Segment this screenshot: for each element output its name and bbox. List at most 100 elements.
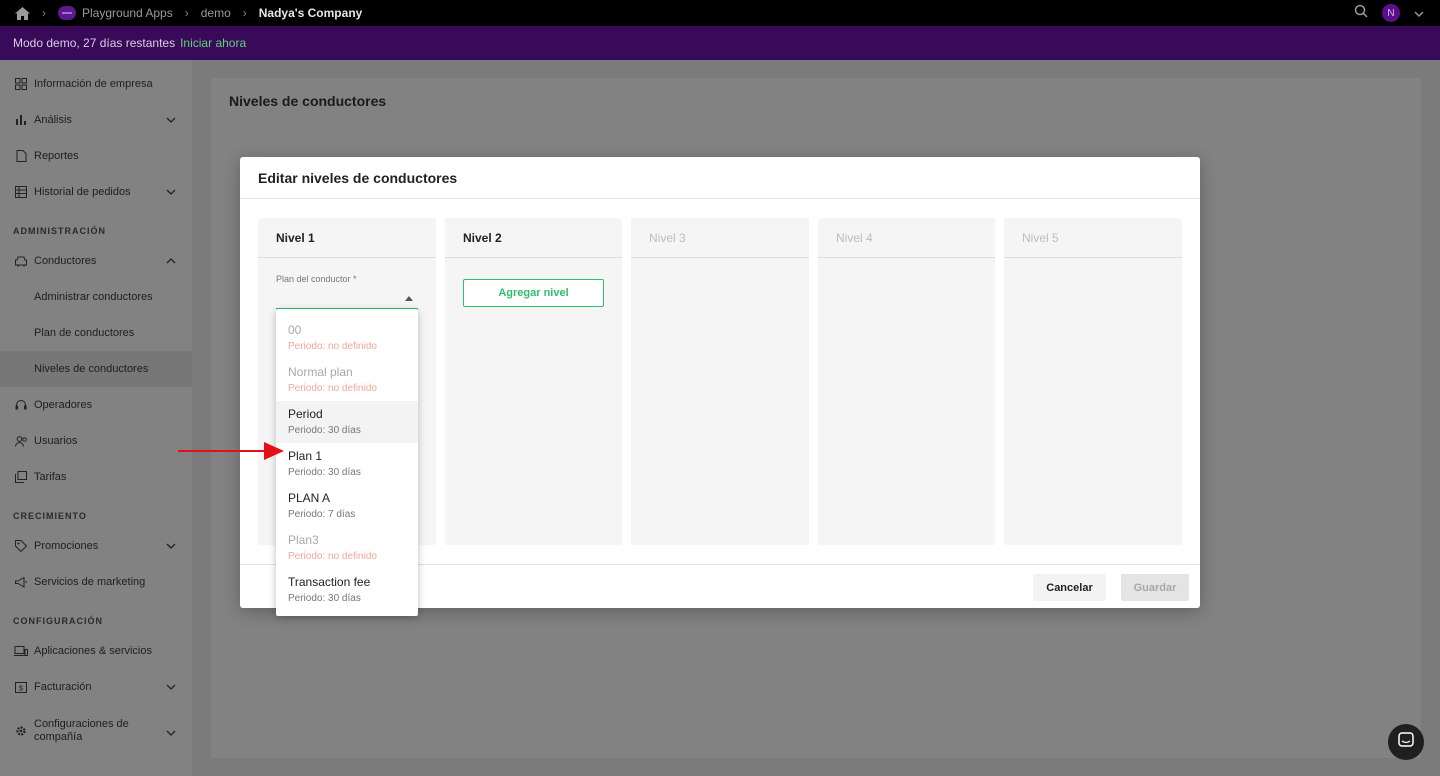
level-header: Nivel 4 (818, 218, 995, 258)
devices-icon (14, 644, 28, 658)
demo-message: Modo demo, 27 días restantes (13, 36, 176, 50)
top-bar: › Playground Apps › demo › Nadya's Compa… (0, 0, 1440, 26)
sidebar-item-label: Promociones (34, 540, 99, 552)
chevron-down-icon (166, 114, 176, 126)
cancel-button[interactable]: Cancelar (1033, 574, 1106, 601)
chat-icon (1398, 731, 1414, 753)
tag-icon (14, 539, 28, 553)
sidebar-item-label: Información de empresa (34, 78, 153, 90)
gear-icon (14, 724, 28, 738)
modal-header: Editar niveles de conductores (240, 157, 1200, 199)
dropdown-option[interactable]: PLAN A Periodo: 7 días (276, 485, 418, 527)
option-period: Periodo: no definido (288, 383, 377, 394)
option-period: Periodo: 30 días (288, 425, 361, 436)
level-column-4: Nivel 4 (818, 218, 995, 545)
sidebar-item-label: Facturación (34, 681, 92, 693)
car-icon (14, 254, 28, 268)
sidebar-item-label: Análisis (34, 114, 72, 126)
sidebar-item-rates[interactable]: Tarifas (0, 459, 192, 495)
add-level-button[interactable]: Agregar nivel (463, 279, 604, 307)
breadcrumb-company[interactable]: Nadya's Company (259, 6, 363, 20)
section-configuration: CONFIGURACIÓN (13, 616, 103, 626)
dropdown-option[interactable]: 00 Periodo: no definido (276, 317, 418, 359)
sidebar-item-company-info[interactable]: Información de empresa (0, 66, 192, 102)
sidebar-item-label: Usuarios (34, 435, 78, 447)
chevron-down-icon (166, 727, 176, 739)
sidebar-item-operators[interactable]: Operadores (0, 387, 192, 423)
level-header: Nivel 3 (631, 218, 809, 258)
bar-chart-icon (14, 113, 28, 127)
sidebar-item-billing[interactable]: $ Facturación (0, 669, 192, 705)
megaphone-icon (14, 575, 28, 589)
level-column-3: Nivel 3 (631, 218, 809, 545)
driver-plan-label: Plan del conductor * (276, 274, 357, 284)
caret-up-icon[interactable] (405, 296, 413, 301)
sidebar-item-manage-drivers[interactable]: Administrar conductores (0, 279, 192, 315)
modal-title: Editar niveles de conductores (258, 170, 458, 186)
save-button[interactable]: Guardar (1121, 574, 1189, 601)
home-icon[interactable] (14, 5, 30, 21)
sidebar-item-label: Tarifas (34, 471, 67, 483)
sidebar-item-reports[interactable]: Reportes (0, 138, 192, 174)
chevron-right-icon: › (42, 6, 46, 20)
dropdown-option[interactable]: Period Periodo: 30 días (276, 401, 418, 443)
sidebar-item-driver-levels[interactable]: Niveles de conductores (0, 351, 192, 387)
option-name: PLAN A (288, 491, 331, 505)
option-name: Period (288, 407, 323, 421)
option-period: Periodo: 30 días (288, 593, 361, 604)
option-period: Periodo: no definido (288, 551, 377, 562)
document-icon (14, 149, 28, 163)
option-name: Plan3 (288, 533, 319, 547)
sidebar: Información de empresa Análisis Reportes… (0, 60, 192, 776)
search-icon[interactable] (1354, 4, 1368, 23)
chevron-right-icon: › (242, 6, 247, 20)
page-title: Niveles de conductores (229, 93, 387, 109)
sidebar-item-driver-plan[interactable]: Plan de conductores (0, 315, 192, 351)
chevron-up-icon (166, 255, 176, 267)
option-name: 00 (288, 323, 302, 337)
sidebar-item-apps-services[interactable]: Aplicaciones & servicios (0, 633, 192, 669)
chat-launcher-button[interactable] (1388, 724, 1424, 760)
option-name: Plan 1 (288, 449, 323, 463)
start-now-link[interactable]: Iniciar ahora (180, 36, 246, 50)
level-header: Nivel 2 (445, 218, 622, 258)
app-logo-icon (58, 6, 76, 20)
level-column-5: Nivel 5 (1004, 218, 1182, 545)
sidebar-item-promotions[interactable]: Promociones (0, 528, 192, 564)
level-header: Nivel 5 (1004, 218, 1182, 258)
sidebar-item-marketing-services[interactable]: Servicios de marketing (0, 564, 192, 600)
invoice-icon: $ (14, 680, 28, 694)
chevron-down-icon[interactable] (1414, 4, 1424, 22)
tag-stack-icon (14, 470, 28, 484)
option-period: Periodo: no definido (288, 341, 377, 352)
annotation-arrow-icon (178, 440, 284, 467)
option-period: Periodo: 7 días (288, 509, 356, 520)
avatar[interactable]: N (1382, 4, 1400, 22)
users-icon (14, 434, 28, 448)
dropdown-option[interactable]: Normal plan Periodo: no definido (276, 359, 418, 401)
level-header: Nivel 1 (258, 218, 436, 258)
dropdown-option[interactable]: Plan 1 Periodo: 30 días (276, 443, 418, 485)
sidebar-item-label: Conductores (34, 255, 97, 267)
level-column-2: Nivel 2 Agregar nivel (445, 218, 622, 545)
sidebar-item-drivers[interactable]: Conductores (0, 243, 192, 279)
dropdown-option[interactable]: Transaction fee Periodo: 30 días (276, 569, 418, 611)
breadcrumb-demo[interactable]: demo (201, 6, 231, 20)
breadcrumb-playground-apps[interactable]: Playground Apps (82, 6, 173, 20)
headset-icon (14, 398, 28, 412)
chevron-down-icon (166, 681, 176, 693)
sidebar-item-label: Niveles de conductores (34, 363, 149, 375)
grid-icon (14, 77, 28, 91)
chevron-right-icon: › (184, 6, 189, 20)
sidebar-item-label: Operadores (34, 399, 93, 411)
chevron-down-icon (166, 186, 176, 198)
sidebar-item-users[interactable]: Usuarios (0, 423, 192, 459)
sidebar-item-company-settings[interactable]: Configuraciones de compañía (0, 711, 192, 751)
sidebar-item-label: Historial de pedidos (34, 186, 131, 198)
section-growth: CRECIMIENTO (13, 511, 87, 521)
sidebar-item-analysis[interactable]: Análisis (0, 102, 192, 138)
dropdown-option[interactable]: Plan3 Periodo: no definido (276, 527, 418, 569)
section-administration: ADMINISTRACIÓN (13, 226, 106, 236)
sidebar-item-order-history[interactable]: Historial de pedidos (0, 174, 192, 210)
table-icon (14, 185, 28, 199)
